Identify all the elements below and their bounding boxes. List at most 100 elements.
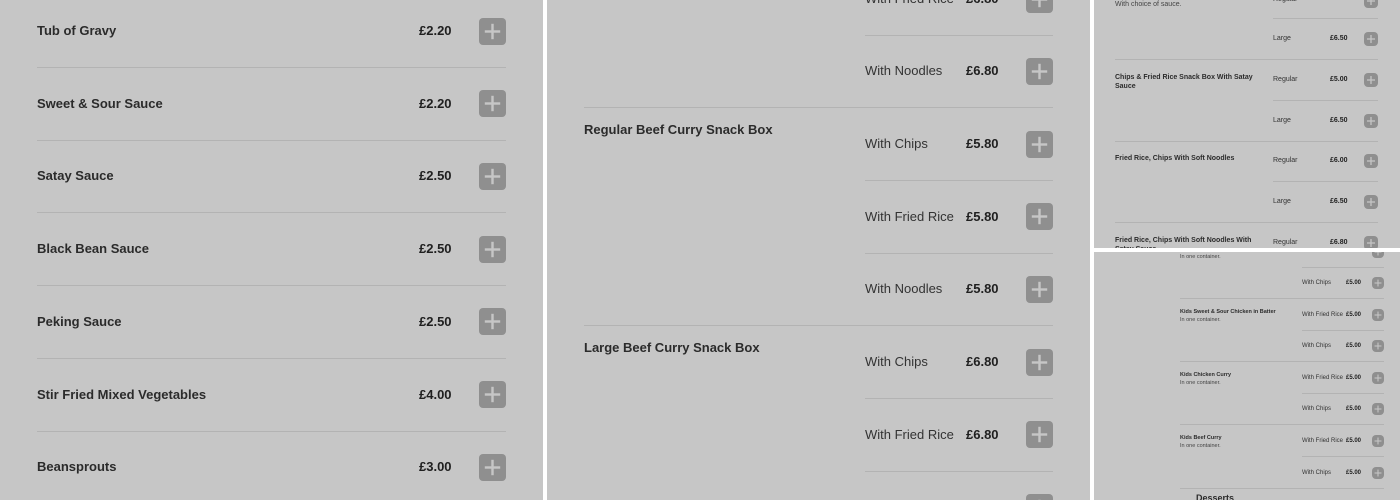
variant-price: £6.50 [1330,116,1348,124]
add-variant-button[interactable] [1372,277,1384,289]
plus-icon [484,459,501,475]
product-description: In one container. [1180,254,1221,260]
add-variant-button[interactable] [1026,0,1053,13]
plus-icon [1374,374,1382,382]
add-item-button[interactable] [479,381,506,408]
add-variant-button[interactable] [1026,421,1053,449]
add-variant-button[interactable] [1372,403,1384,416]
divider [1273,99,1378,101]
plus-icon [484,23,501,39]
plus-icon [1038,499,1041,500]
add-variant-button[interactable] [1364,236,1378,248]
snack-box-panel: With choice of sauce. Regular Large £6.50 Ch… [1094,0,1400,248]
divider [1180,298,1384,299]
divider [37,430,506,432]
divider [1115,140,1378,142]
add-variant-button[interactable] [1364,0,1378,8]
menu-item-name: Satay Sauce [37,168,114,184]
add-variant-button[interactable] [1026,203,1053,231]
size-label: Regular [1273,157,1298,165]
variant-label: With Fried Rice [865,426,954,442]
size-label: Regular [1273,239,1298,246]
add-variant-button[interactable] [1372,252,1384,258]
menu-item-price: £2.20 [419,95,452,111]
variant-price: £6.80 [966,0,999,6]
plus-icon [484,314,501,330]
plus-icon [484,95,501,112]
divider [1180,424,1384,426]
add-variant-button[interactable] [1372,435,1384,447]
plus-icon [1031,63,1048,79]
variant-price: £5.00 [1346,438,1362,444]
divider [1302,329,1384,331]
menu-item-name: Stir Fried Mixed Vegetables [37,386,207,402]
add-variant-button[interactable] [1372,308,1384,321]
variant-label: With Chips [1302,280,1332,286]
add-item-button[interactable] [479,453,506,481]
add-variant-button[interactable] [1026,275,1053,303]
add-item-button[interactable] [479,17,506,45]
variant-label: With Noodles [865,63,943,78]
variant-label: With Fried Rice [1302,252,1343,253]
divider [865,398,1053,399]
product-name: Fried Rice, Chips With Soft Noodles With… [1115,237,1252,248]
divider [865,35,1053,36]
variant-label: With Chips [1302,406,1332,413]
plus-icon [1031,281,1048,298]
add-variant-button[interactable] [1364,72,1378,87]
add-variant-button[interactable] [1364,113,1378,128]
add-variant-button[interactable] [1364,195,1378,210]
divider [37,285,506,287]
variant-price: £6.50 [1330,198,1348,206]
add-item-button[interactable] [479,235,506,263]
divider [1302,456,1384,457]
product-name: Kids Chicken Curry [1180,371,1232,378]
add-variant-button[interactable] [1364,154,1378,169]
plus-icon [1374,469,1382,477]
menu-item-name: Tub of Gravy [37,23,117,38]
product-name: Fried Rice, Chips With Soft Noodles [1115,155,1235,163]
add-variant-button[interactable] [1026,130,1053,158]
plus-icon [1367,157,1375,166]
menu-item-name: Peking Sauce [37,313,122,329]
size-label: Large [1273,35,1291,42]
menu-item-name: Sweet & Sour Sauce [37,95,163,111]
divider [584,107,1053,108]
variant-label: With Chips [1302,343,1332,350]
add-variant-button[interactable] [1026,348,1053,376]
plus-icon [484,168,501,185]
variant-price: £5.00 [1346,311,1362,318]
size-label: Regular [1273,75,1298,83]
add-variant-button[interactable] [1372,340,1384,353]
add-item-button[interactable] [479,308,506,336]
variant-price: £5.00 [1346,280,1362,286]
variant-price: £5.80 [966,208,999,224]
size-label: Large [1273,198,1291,206]
plus-icon [1367,198,1375,207]
variant-label: With Fried Rice [1302,311,1344,318]
divider [1273,18,1378,19]
variant-price: £5.80 [966,136,999,151]
curry-snack-box-panel: With Fried Rice £6.80 With Noodles £6.80 Reg… [547,0,1090,500]
add-variant-button[interactable] [1026,494,1053,500]
plus-icon [1031,136,1048,152]
product-name: Regular Beef Curry Snack Box [584,122,773,137]
add-variant-button[interactable] [1372,466,1384,479]
variant-price: £5.00 [1346,252,1361,253]
product-description: In one container. [1180,379,1221,386]
menu-item-name: Black Bean Sauce [37,241,150,257]
add-variant-button[interactable] [1372,371,1384,384]
plus-icon [1031,0,1048,7]
variant-price: £5.80 [966,281,999,297]
plus-icon [1031,208,1048,225]
add-variant-button[interactable] [1026,57,1053,85]
divider [865,252,1053,254]
add-item-button[interactable] [479,162,506,190]
plus-icon [1374,311,1382,319]
divider [1273,181,1378,183]
add-variant-button[interactable] [1364,32,1378,46]
variant-label: With Chips [865,354,928,369]
add-item-button[interactable] [479,90,506,118]
divider [37,139,506,141]
divider [1115,59,1378,60]
